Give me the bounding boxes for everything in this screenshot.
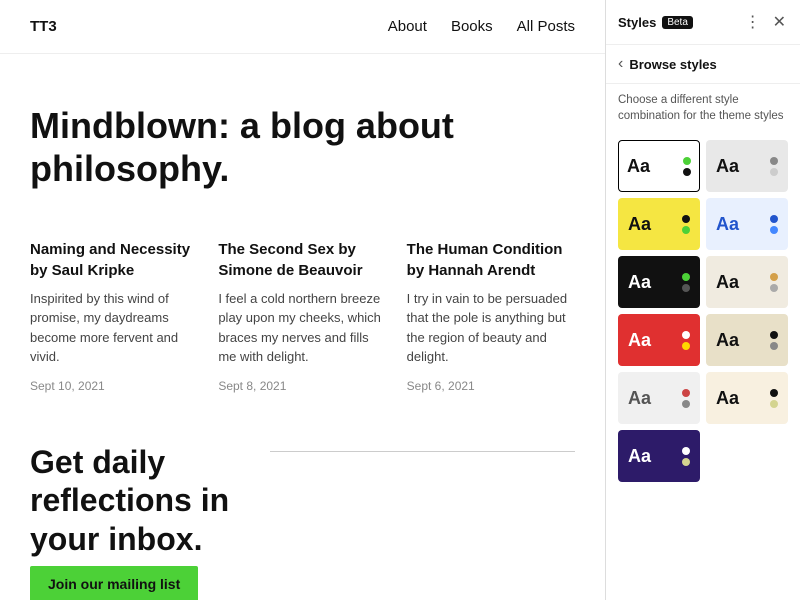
dot-2 [770, 168, 778, 176]
style-aa-tan: Aa [716, 272, 739, 293]
post-title-1[interactable]: The Second Sex by Simone de Beauvoir [218, 240, 386, 281]
panel-icons: ⋮ ✕ [743, 10, 788, 34]
styles-panel: Styles Beta ⋮ ✕ ‹ Browse styles Choose a… [605, 0, 800, 600]
dot-1 [770, 331, 778, 339]
style-dots-sand [770, 331, 778, 350]
style-card-gray[interactable]: Aa [706, 140, 788, 192]
more-options-button[interactable]: ⋮ [743, 10, 763, 34]
nav-all-posts[interactable]: All Posts [517, 18, 575, 35]
style-card-warm[interactable]: Aa [706, 372, 788, 424]
post-excerpt-2: I try in vain to be persuaded that the p… [407, 289, 575, 367]
post-excerpt-1: I feel a cold northern breeze play upon … [218, 289, 386, 367]
back-arrow-icon[interactable]: ‹ [618, 55, 623, 73]
dot-2 [770, 400, 778, 408]
dot-2 [770, 284, 778, 292]
style-dots-red [682, 331, 690, 350]
styles-label: Styles [618, 15, 656, 30]
style-dots-lightgray [682, 389, 690, 408]
style-aa-white: Aa [627, 156, 650, 177]
style-dots-tan [770, 273, 778, 292]
dot-2 [682, 226, 690, 234]
style-card-white[interactable]: Aa [618, 140, 700, 192]
post-date-2: Sept 6, 2021 [407, 379, 575, 393]
dot-2 [770, 226, 778, 234]
dot-1 [682, 331, 690, 339]
dot-2 [682, 458, 690, 466]
dot-1 [770, 273, 778, 281]
post-excerpt-0: Inspirited by this wind of promise, my d… [30, 289, 198, 367]
style-aa-warm: Aa [716, 388, 739, 409]
main-blog-area: TT3 About Books All Posts Mindblown: a b… [0, 0, 605, 600]
dot-2 [683, 168, 691, 176]
hero-section: Mindblown: a blog about philosophy. [0, 54, 605, 220]
style-dots-black [682, 273, 690, 292]
style-dots-warm [770, 389, 778, 408]
style-dots-purple [682, 447, 690, 466]
cta-section: Get daily reflections in your inbox. Joi… [0, 413, 605, 600]
cta-title: Get daily reflections in your inbox. [30, 443, 230, 558]
style-aa-blue: Aa [716, 214, 739, 235]
style-aa-yellow: Aa [628, 214, 651, 235]
site-header: TT3 About Books All Posts [0, 0, 605, 54]
dot-2 [682, 342, 690, 350]
dot-1 [682, 447, 690, 455]
beta-badge: Beta [662, 16, 693, 29]
post-title-2[interactable]: The Human Condition by Hannah Arendt [407, 240, 575, 281]
style-aa-purple: Aa [628, 446, 651, 467]
post-card-2: The Human Condition by Hannah Arendt I t… [407, 240, 575, 393]
cta-divider [270, 451, 575, 452]
style-card-purple[interactable]: Aa [618, 430, 700, 482]
panel-header-left: Styles Beta [618, 15, 693, 30]
nav-about[interactable]: About [388, 18, 427, 35]
dot-2 [770, 342, 778, 350]
post-date-1: Sept 8, 2021 [218, 379, 386, 393]
style-grid: Aa Aa Aa [606, 132, 800, 490]
dot-1 [682, 389, 690, 397]
style-dots-white [683, 157, 691, 176]
dot-1 [770, 389, 778, 397]
site-logo: TT3 [30, 18, 57, 35]
style-aa-lightgray: Aa [628, 388, 651, 409]
posts-grid: Naming and Necessity by Saul Kripke Insp… [0, 220, 605, 413]
style-card-light-gray[interactable]: Aa [618, 372, 700, 424]
post-card-1: The Second Sex by Simone de Beauvoir I f… [218, 240, 386, 393]
dot-1 [770, 215, 778, 223]
post-date-0: Sept 10, 2021 [30, 379, 198, 393]
dot-2 [682, 284, 690, 292]
style-dots-gray [770, 157, 778, 176]
style-card-red[interactable]: Aa [618, 314, 700, 366]
style-card-yellow[interactable]: Aa [618, 198, 700, 250]
cta-right [230, 443, 575, 472]
panel-description: Choose a different style combination for… [606, 84, 800, 132]
dot-1 [682, 215, 690, 223]
style-card-black[interactable]: Aa [618, 256, 700, 308]
panel-header: Styles Beta ⋮ ✕ [606, 0, 800, 45]
post-title-0[interactable]: Naming and Necessity by Saul Kripke [30, 240, 198, 281]
style-aa-gray: Aa [716, 156, 739, 177]
style-aa-sand: Aa [716, 330, 739, 351]
cta-left: Get daily reflections in your inbox. Joi… [30, 443, 230, 600]
main-nav: About Books All Posts [388, 18, 575, 35]
close-panel-button[interactable]: ✕ [771, 10, 788, 34]
style-dots-blue [770, 215, 778, 234]
style-aa-black: Aa [628, 272, 651, 293]
style-card-blue-light[interactable]: Aa [706, 198, 788, 250]
style-card-sand[interactable]: Aa [706, 314, 788, 366]
dot-2 [682, 400, 690, 408]
style-aa-red: Aa [628, 330, 651, 351]
dot-1 [683, 157, 691, 165]
browse-styles-label: Browse styles [629, 57, 716, 72]
style-dots-yellow [682, 215, 690, 234]
style-card-tan[interactable]: Aa [706, 256, 788, 308]
hero-title: Mindblown: a blog about philosophy. [30, 104, 575, 190]
dot-1 [682, 273, 690, 281]
join-mailing-list-button[interactable]: Join our mailing list [30, 566, 198, 600]
panel-nav: ‹ Browse styles [606, 45, 800, 84]
dot-1 [770, 157, 778, 165]
post-card-0: Naming and Necessity by Saul Kripke Insp… [30, 240, 198, 393]
nav-books[interactable]: Books [451, 18, 493, 35]
